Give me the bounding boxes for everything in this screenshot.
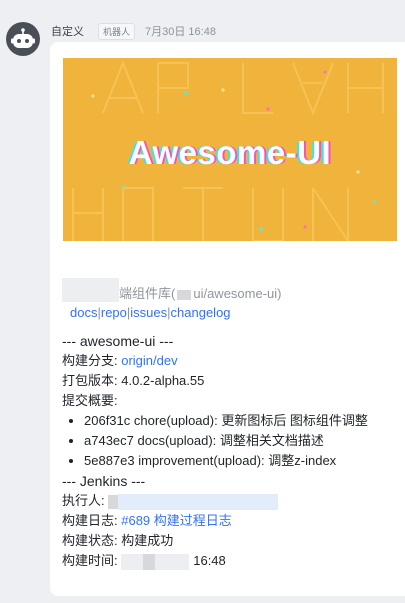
version-row: 打包版本: 4.0.2-alpha.55: [62, 371, 398, 391]
bot-badge: 机器人: [98, 22, 136, 40]
time-label: 构建时间:: [62, 553, 122, 568]
status-row: 构建状态: 构建成功: [62, 531, 398, 551]
section-title-jenkins: --- Jenkins ---: [62, 473, 146, 489]
commit-list: 206f31c chore(upload): 更新图标后 图标组件调整 a743…: [62, 411, 398, 471]
robot-icon: [11, 28, 35, 48]
branch-row: 构建分支: origin/dev: [62, 351, 398, 371]
section-title-awesome-ui: --- awesome-ui ---: [62, 333, 174, 349]
redacted-block: [62, 277, 119, 302]
redacted-block: [108, 494, 119, 509]
banner-title: Awesome-UI: [128, 134, 332, 171]
changelog-link[interactable]: changelog: [171, 305, 231, 320]
banner-image[interactable]: Awesome-UI: [63, 58, 397, 241]
repo-link[interactable]: repo: [101, 305, 127, 320]
version-value: 4.0.2-alpha.55: [121, 373, 205, 388]
commit-item: 206f31c chore(upload): 更新图标后 图标组件调整: [84, 411, 398, 431]
executor-row: 执行人:: [62, 491, 398, 511]
message-bubble: Awesome-UI 端组件库( ui/awesome-ui) docs|repo…: [50, 42, 405, 596]
docs-link[interactable]: docs: [70, 305, 97, 320]
branch-label: 构建分支:: [62, 353, 122, 368]
sender-name[interactable]: 自定义: [51, 23, 84, 39]
branch-link[interactable]: origin/dev: [121, 353, 177, 368]
executor-label: 执行人:: [62, 493, 109, 508]
redacted-block: [121, 553, 144, 570]
version-label: 打包版本:: [62, 373, 122, 388]
status-label: 构建状态:: [62, 533, 122, 548]
repo-path: ui/awesome-ui): [193, 286, 282, 301]
message-time: 7月30日 16:48: [145, 26, 216, 38]
commit-item: a743ec7 docs(upload): 调整相关文档描述: [84, 431, 398, 451]
build-log-link[interactable]: #689 构建过程日志: [121, 513, 232, 528]
summary-label: 提交概要:: [62, 393, 118, 408]
redacted-block: [143, 553, 156, 570]
link-bar: docs|repo|issues|changelog: [70, 305, 231, 320]
executor-link[interactable]: [118, 493, 279, 510]
avatar[interactable]: [6, 22, 40, 56]
message-card: 端组件库( ui/awesome-ui) docs|repo|issues|cha…: [62, 277, 398, 571]
repo-desc-text: 端组件库(: [119, 286, 176, 301]
log-row: 构建日志: #689 构建过程日志: [62, 511, 398, 531]
issues-link[interactable]: issues: [130, 305, 167, 320]
repo-description: 端组件库( ui/awesome-ui): [62, 277, 398, 303]
log-label: 构建日志:: [62, 513, 122, 528]
redacted-block: [177, 289, 192, 300]
time-row: 构建时间: 16:48: [62, 551, 398, 571]
message-meta: 自定义 机器人 7月30日 16:48: [51, 22, 216, 40]
redacted-block: [155, 553, 190, 570]
status-value: 构建成功: [121, 533, 174, 548]
commit-item: 5e887e3 improvement(upload): 调整z-index: [84, 451, 398, 471]
time-value: 16:48: [193, 553, 226, 568]
